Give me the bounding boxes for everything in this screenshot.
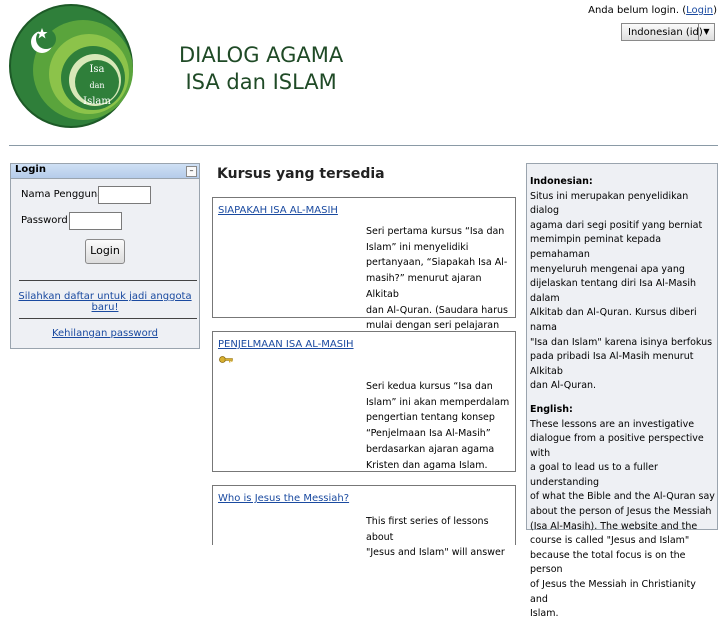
divider: [19, 280, 197, 281]
login-info: Anda belum login. (Login): [588, 5, 717, 16]
logo-text-3: Islam: [83, 96, 111, 107]
summary-line: Islam” ini akan memperdalam: [366, 396, 510, 408]
password-input[interactable]: [69, 212, 122, 230]
summary-line: Seri kedua kursus “Isa dan: [366, 381, 493, 392]
summary-line: pengertian tentang konsep: [366, 412, 495, 424]
course-link[interactable]: Who is Jesus the Messiah?: [218, 493, 349, 504]
summary-line: Seri pertama kursus “Isa dan: [366, 226, 505, 237]
indonesian-heading: Indonesian:: [530, 176, 593, 187]
description-line: (Isa Al-Masih). The website and the: [530, 520, 698, 532]
language-select[interactable]: Indonesian (id) ▼: [621, 23, 715, 41]
description-line: dijelaskan tentang diri Isa Al-Masih dal…: [530, 278, 696, 304]
course-summary: Seri kedua kursus “Isa dan Islam” ini ak…: [366, 379, 511, 473]
language-selected: Indonesian (id): [628, 27, 703, 38]
course-box: Who is Jesus the Messiah? This first ser…: [212, 485, 516, 558]
description-line: dialogue from a positive perspective wit…: [530, 433, 704, 459]
summary-line: dan Al-Quran. (Saudara harus: [366, 304, 508, 316]
forgot-password-link[interactable]: Kehilangan password: [52, 328, 158, 339]
signup-link[interactable]: Silahkan daftar untuk jadi anggota baru!: [18, 291, 191, 313]
password-label: Password: [21, 215, 68, 226]
description-line: pada pribadi Isa Al-Masih menurut Alkita…: [530, 351, 694, 377]
key-icon: [219, 356, 233, 363]
site-title: DIALOG AGAMA ISA dan ISLAM: [179, 42, 343, 96]
summary-line: masih?” menurut ajaran Alkitab: [366, 273, 482, 300]
description-line: menyeluruh mengenai apa yang: [530, 263, 685, 275]
login-info-suffix: ): [713, 5, 717, 16]
english-heading: English:: [530, 403, 573, 415]
description-line: about the person of Jesus the Messiah: [530, 506, 712, 518]
available-courses-title: Kursus yang tersedia: [217, 166, 385, 182]
description-line: dan Al-Quran.: [530, 380, 597, 392]
login-block: Login – Nama Pengguna Password Login Sil…: [10, 163, 200, 349]
login-block-title: Login: [15, 164, 46, 175]
description-line: Islam.: [530, 608, 559, 620]
description-line: of what the Bible and the Al-Quran say: [530, 491, 715, 503]
description-line: course is called "Jesus and Islam": [530, 535, 690, 547]
summary-line: This first series of lessons about: [366, 516, 489, 543]
summary-line: “Penjelmaan Isa Al-Masih”: [366, 428, 491, 440]
description-line: agama dari segi positif yang berniat: [530, 219, 703, 231]
description-line: "Isa dan Islam" karena isinya berfokus: [530, 336, 713, 348]
login-button[interactable]: Login: [85, 239, 125, 264]
course-link[interactable]: SIAPAKAH ISA AL-MASIH: [218, 205, 338, 216]
page-header: Isa dan Islam DIALOG AGAMA ISA dan ISLAM…: [0, 0, 727, 146]
course-box: PENJELMAAN ISA AL-MASIH Seri kedua kursu…: [212, 331, 516, 472]
description-line: a goal to lead us to a fuller understand…: [530, 462, 658, 488]
chevron-down-icon[interactable]: ▼: [698, 24, 714, 40]
summary-line: "Jesus and Islam" will answer: [366, 547, 505, 559]
description-line: Alkitab dan Al-Quran. Kursus diberi nama: [530, 307, 697, 333]
description-line: These lessons are an investigative: [530, 418, 695, 430]
login-info-prefix: Anda belum login. (: [588, 5, 687, 16]
summary-line: Kristen dan agama Islam.: [366, 459, 488, 471]
site-title-line1: DIALOG AGAMA: [179, 43, 344, 67]
description-line: of Jesus the Messiah in Christianity and: [530, 579, 696, 605]
summary-line: berdasarkan ajaran agama: [366, 443, 495, 455]
site-logo: Isa dan Islam: [9, 4, 133, 128]
course-summary: This first series of lessons about "Jesu…: [366, 514, 511, 561]
course-link[interactable]: PENJELMAAN ISA AL-MASIH: [218, 339, 354, 350]
logo-text-2: dan: [89, 81, 104, 90]
description-block: Indonesian: Situs ini merupakan penyelid…: [526, 163, 718, 619]
description-line: memimpin peminat kepada pemahaman: [530, 234, 662, 260]
username-input[interactable]: [98, 186, 151, 204]
description-line: because the total focus is on the person: [530, 549, 686, 576]
course-box: SIAPAKAH ISA AL-MASIH Seri pertama kursu…: [212, 197, 516, 347]
username-label: Nama Pengguna: [21, 189, 104, 200]
logo-text-1: Isa: [89, 64, 104, 75]
summary-line: pertanyaan, “Siapakah Isa Al-: [366, 257, 508, 269]
login-link[interactable]: Login: [686, 5, 713, 16]
divider: [19, 318, 197, 319]
login-block-header: Login –: [11, 164, 199, 179]
site-title-line2: ISA dan ISLAM: [185, 70, 337, 94]
header-divider: [9, 145, 718, 146]
collapse-icon[interactable]: –: [186, 166, 197, 177]
summary-line: Islam” ini menyelidiki: [366, 241, 469, 253]
description-line: Situs ini merupakan penyelidikan dialog: [530, 190, 689, 217]
